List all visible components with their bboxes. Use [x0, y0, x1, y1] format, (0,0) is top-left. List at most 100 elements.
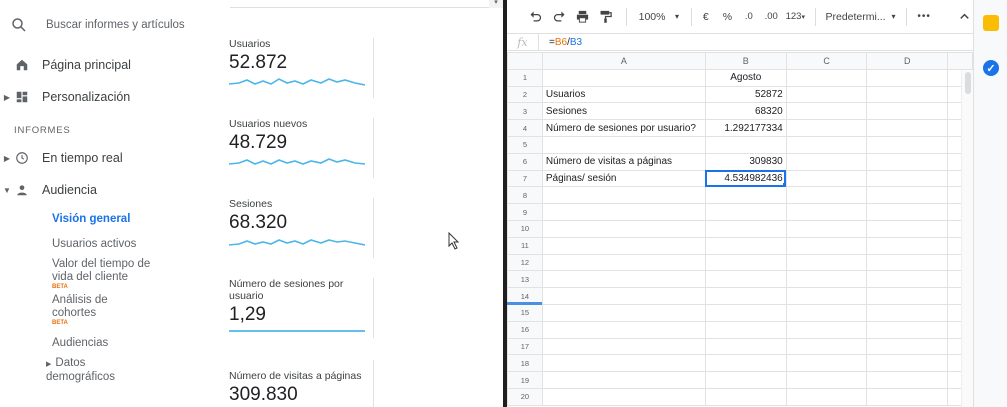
row-header[interactable]: 16 [507, 320, 543, 339]
cell-a[interactable] [541, 186, 706, 205]
cell-c[interactable] [785, 186, 868, 205]
cell-b[interactable] [704, 236, 787, 255]
cell-c[interactable] [785, 85, 868, 104]
chevron-down-icon[interactable]: ▾ [671, 5, 684, 29]
cell-d[interactable] [866, 387, 949, 406]
row-header[interactable]: 9 [507, 203, 543, 221]
cell-d[interactable] [866, 253, 949, 272]
chevron-down-icon[interactable]: ▾ [888, 5, 899, 29]
print-icon[interactable] [574, 5, 591, 29]
cell-c[interactable] [785, 387, 868, 406]
percent-format-button[interactable]: % [717, 5, 737, 29]
row-header[interactable]: 15 [507, 303, 543, 322]
font-select[interactable]: Predetermi... [823, 5, 888, 29]
chevron-up-icon[interactable] [956, 5, 973, 29]
cell-d[interactable] [866, 119, 949, 137]
spreadsheet-grid[interactable]: A B C D 1 Agosto 2 Usuarios 52872 3 Sesiones 68… [507, 52, 973, 406]
cell-c[interactable] [785, 68, 868, 87]
sub-item-audiences[interactable]: Audiencias [52, 337, 108, 350]
increase-decimals-button[interactable]: .00 [760, 5, 782, 29]
row-header[interactable]: 6 [507, 152, 543, 171]
cell-c[interactable] [785, 354, 868, 373]
cell-c[interactable] [785, 320, 868, 339]
column-header[interactable]: A [541, 52, 706, 70]
nav-item-audience[interactable]: ▼ Audiencia [0, 179, 97, 201]
cell-c[interactable] [785, 135, 868, 154]
row-header[interactable]: 17 [507, 337, 543, 356]
cell-b[interactable] [704, 320, 787, 339]
cell-b[interactable]: 52872 [704, 85, 787, 104]
cell-b[interactable]: Agosto [704, 68, 787, 87]
redo-icon[interactable] [552, 5, 569, 29]
cell-b[interactable]: 4.534982436 [704, 169, 787, 188]
cell-c[interactable] [785, 253, 868, 272]
cell-a[interactable] [541, 387, 706, 406]
cell-c[interactable] [785, 152, 868, 171]
cell-b[interactable] [704, 354, 787, 373]
paint-format-icon[interactable] [597, 5, 614, 29]
collapse-caret-icon[interactable]: ▼ [0, 186, 14, 195]
dropdown-arrow-icon[interactable]: ▾ [489, 0, 503, 8]
more-formats-button[interactable]: 123 ▾ [782, 5, 808, 29]
metric-card-users[interactable]: Usuarios 52.872 [229, 38, 379, 89]
cell-a[interactable] [541, 253, 706, 272]
row-header[interactable]: 1 [507, 68, 543, 87]
cell-d[interactable] [866, 203, 949, 221]
scrollbar-thumb[interactable] [965, 72, 971, 94]
cell-d[interactable] [866, 354, 949, 373]
column-header[interactable]: C [785, 52, 868, 70]
cell-a[interactable] [541, 270, 706, 289]
metric-card-pageviews[interactable]: Número de visitas a páginas 309.830 [229, 370, 379, 406]
cell-d[interactable] [866, 287, 949, 305]
cell-d[interactable] [866, 219, 949, 238]
row-header[interactable]: 13 [507, 270, 543, 289]
cell-b[interactable] [704, 135, 787, 154]
cell-a[interactable]: Número de visitas a páginas [541, 152, 706, 171]
cell-b[interactable] [704, 253, 787, 272]
cell-c[interactable] [785, 270, 868, 289]
cell-a[interactable] [541, 287, 706, 305]
sub-item-lifetime-value[interactable]: Valor del tiempo de vida del cliente BET… [52, 258, 162, 291]
nav-item-realtime[interactable]: ▶ En tiempo real [0, 147, 123, 169]
formula-input[interactable]: =B6/B3 [549, 37, 582, 48]
expand-caret-icon[interactable]: ▶ [0, 154, 14, 163]
metric-card-new-users[interactable]: Usuarios nuevos 48.729 [229, 118, 379, 169]
cell-a[interactable] [541, 203, 706, 221]
cell-b[interactable] [704, 387, 787, 406]
cell-a[interactable] [541, 320, 706, 339]
cell-c[interactable] [785, 102, 868, 121]
cell-a[interactable]: Usuarios [541, 85, 706, 104]
cell-c[interactable] [785, 371, 868, 389]
cell-b[interactable] [704, 270, 787, 289]
cell-a[interactable] [541, 68, 706, 87]
row-header[interactable]: 12 [507, 253, 543, 272]
row-header[interactable]: 3 [507, 102, 543, 121]
cell-b[interactable] [704, 186, 787, 205]
cell-c[interactable] [785, 236, 868, 255]
expand-caret-icon[interactable]: ▶ [0, 93, 14, 102]
cell-d[interactable] [866, 270, 949, 289]
metric-card-sessions-per-user[interactable]: Número de sesiones por usuario 1,29 [229, 278, 379, 335]
row-header[interactable]: 11 [507, 236, 543, 255]
cell-d[interactable] [866, 337, 949, 356]
cell-d[interactable] [866, 371, 949, 389]
cell-a[interactable] [541, 354, 706, 373]
more-options-button[interactable]: ••• [914, 5, 934, 29]
metric-card-sessions[interactable]: Sesiones 68.320 [229, 198, 379, 249]
cell-d[interactable] [866, 152, 949, 171]
zoom-select[interactable]: 100% [634, 5, 671, 29]
sub-item-cohort-analysis[interactable]: Análisis de cohortes BETA [52, 294, 132, 327]
sub-item-demographics[interactable]: ▶ Datos demográficos [46, 357, 146, 384]
cell-c[interactable] [785, 219, 868, 238]
column-header[interactable]: D [866, 52, 949, 70]
undo-icon[interactable] [527, 5, 544, 29]
nav-item-customization[interactable]: ▶ Personalización [0, 86, 130, 108]
cell-d[interactable] [866, 135, 949, 154]
cell-a[interactable]: Sesiones [541, 102, 706, 121]
cell-d[interactable] [866, 102, 949, 121]
cell-a[interactable] [541, 371, 706, 389]
cell-d[interactable] [866, 85, 949, 104]
cell-c[interactable] [785, 337, 868, 356]
row-header[interactable]: 2 [507, 85, 543, 104]
select-all-corner[interactable] [507, 52, 543, 70]
